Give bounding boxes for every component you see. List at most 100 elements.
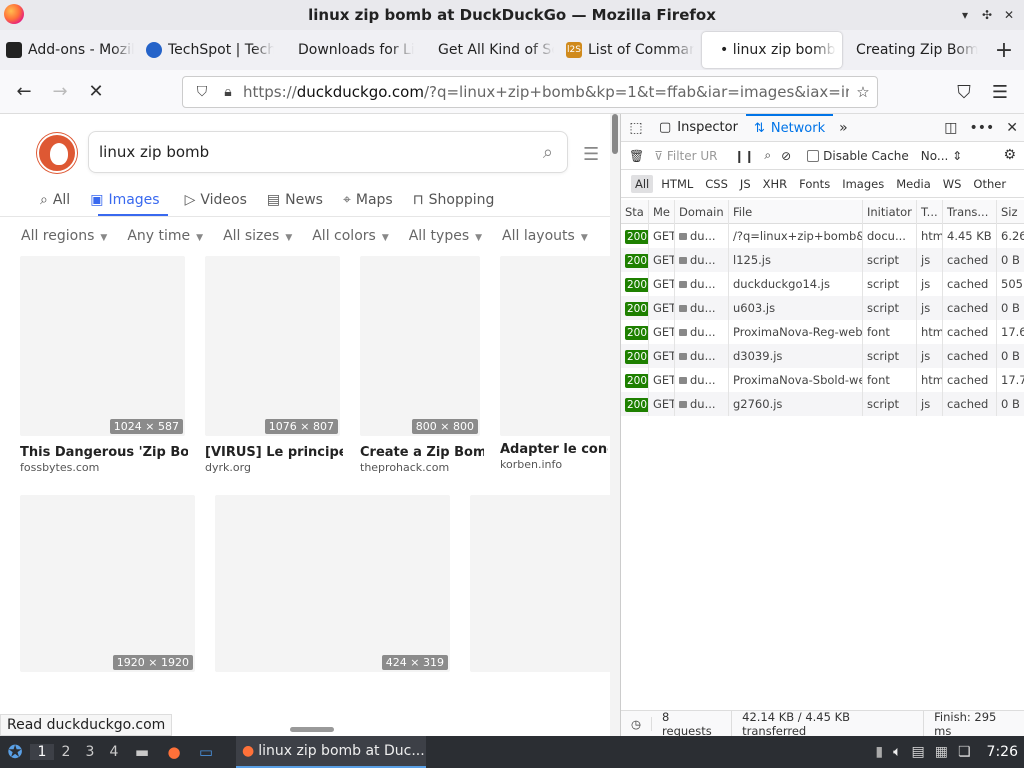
type-images[interactable]: Images: [838, 175, 888, 193]
image-title[interactable]: Create a Zip Bomb...: [360, 445, 484, 460]
image-source[interactable]: fossbytes.com: [20, 461, 99, 474]
tab-videos[interactable]: ▷ Videos: [185, 188, 247, 212]
image-result[interactable]: [500, 256, 612, 436]
type-media[interactable]: Media: [892, 175, 935, 193]
back-button[interactable]: ←: [6, 74, 42, 110]
image-result[interactable]: 800 × 800: [360, 256, 480, 436]
throttle-select[interactable]: No... ⇕: [921, 149, 962, 163]
page-menu-icon[interactable]: ☰: [583, 144, 599, 165]
battery-icon[interactable]: ▮: [875, 744, 883, 760]
element-picker-icon[interactable]: ⬚: [621, 120, 651, 136]
tab-commands[interactable]: l2S List of Commands: [560, 32, 700, 68]
workspace-1[interactable]: 1: [30, 744, 54, 760]
maximize-icon[interactable]: ✣: [980, 8, 994, 22]
image-result[interactable]: 1920 × 1920: [20, 495, 195, 672]
tab-linux-zip-bomb[interactable]: • linux zip bomb: [702, 32, 842, 68]
col-status[interactable]: Sta: [621, 199, 649, 224]
table-row[interactable]: 200 GET du... g2760.js script js cached 0 B: [621, 392, 1024, 416]
image-result[interactable]: 1024 × 587: [20, 256, 185, 436]
filter-color[interactable]: All colors ▼: [312, 228, 389, 244]
search-icon[interactable]: ⌕: [543, 142, 553, 163]
search-query[interactable]: linux zip bomb: [99, 143, 209, 161]
col-domain[interactable]: Domain: [675, 199, 729, 224]
tab-network[interactable]: ⇅ Network: [745, 113, 834, 142]
image-source[interactable]: korben.info: [500, 458, 562, 471]
image-result[interactable]: 1076 × 807: [205, 256, 340, 436]
trash-icon[interactable]: 🗑︎: [629, 149, 644, 163]
minimize-icon[interactable]: ▾: [958, 8, 972, 22]
type-fonts[interactable]: Fonts: [795, 175, 834, 193]
tab-all[interactable]: ⌕ All: [40, 188, 70, 212]
volume-icon[interactable]: 🔈︎: [893, 744, 901, 760]
overflow-menu-icon[interactable]: •••: [969, 120, 994, 136]
image-title[interactable]: Adapter le concept: [500, 442, 608, 457]
col-transferred[interactable]: Trans...: [943, 199, 997, 224]
image-title[interactable]: [VIRUS] Le principe d...: [205, 445, 343, 460]
filter-type[interactable]: All types ▼: [409, 228, 482, 244]
table-row[interactable]: 200 GET du... d3039.js script js cached 0 B: [621, 344, 1024, 368]
tab-maps[interactable]: ⌖ Maps: [343, 188, 393, 212]
bookmark-star-icon[interactable]: ☆: [849, 83, 877, 101]
file-manager-icon[interactable]: ▬: [127, 741, 157, 763]
table-row[interactable]: 200 GET du... /?q=linux+zip+bomb&l docu... ht…: [621, 224, 1024, 248]
type-html[interactable]: HTML: [657, 175, 697, 193]
tab-addons[interactable]: Add-ons - Mozilla: [0, 32, 140, 68]
menu-icon[interactable]: ☰: [982, 74, 1018, 110]
table-row[interactable]: 200 GET du... duckduckgo14.js script js cached…: [621, 272, 1024, 296]
forward-button[interactable]: →: [42, 74, 78, 110]
url-bar[interactable]: ⛉ 🔒︎ https://duckduckgo.com/?q=linux+zip…: [182, 76, 878, 108]
checkbox-box[interactable]: [807, 149, 820, 162]
tab-techspot[interactable]: TechSpot | Tech: [140, 32, 280, 68]
lock-icon[interactable]: 🔒︎: [217, 84, 239, 100]
start-menu-icon[interactable]: ✪: [0, 742, 30, 763]
col-initiator[interactable]: Initiator: [863, 199, 917, 224]
type-other[interactable]: Other: [969, 175, 1010, 193]
tab-software[interactable]: Get All Kind of Software: [420, 32, 560, 68]
tab-news[interactable]: ▤ News: [267, 188, 323, 212]
disable-cache-checkbox[interactable]: Disable Cache: [807, 149, 909, 163]
col-size[interactable]: Siz: [997, 200, 1024, 224]
horizontal-scrollbar-thumb[interactable]: [290, 727, 334, 732]
pocket-icon[interactable]: ⛉: [946, 74, 982, 110]
type-css[interactable]: CSS: [701, 175, 732, 193]
gear-icon[interactable]: ⚙: [1003, 147, 1016, 163]
url-text[interactable]: https://duckduckgo.com/?q=linux+zip+bomb…: [243, 83, 849, 101]
tab-inspector[interactable]: ▢ Inspector: [651, 114, 746, 142]
dock-icon[interactable]: ◫: [944, 120, 957, 136]
type-js[interactable]: JS: [736, 175, 755, 193]
workspace-2[interactable]: 2: [54, 744, 78, 760]
taskbar-window-firefox[interactable]: ● linux zip bomb at Duc...: [236, 736, 426, 768]
clipboard-icon[interactable]: ▤: [912, 744, 925, 760]
filter-size[interactable]: All sizes ▼: [223, 228, 292, 244]
workspace-4[interactable]: 4: [102, 744, 126, 760]
table-row[interactable]: 200 GET du... u603.js script js cached 0 B: [621, 296, 1024, 320]
image-title[interactable]: This Dangerous 'Zip Bomb...: [20, 445, 188, 460]
tab-shopping[interactable]: ⊓ Shopping: [413, 188, 495, 212]
type-all[interactable]: All: [631, 174, 654, 193]
new-tab-button[interactable]: +: [984, 38, 1024, 63]
filter-layout[interactable]: All layouts ▼: [502, 228, 588, 244]
image-result[interactable]: [470, 495, 612, 672]
type-ws[interactable]: WS: [939, 175, 966, 193]
table-row[interactable]: 200 GET du... ProximaNova-Reg-webf font htm ca…: [621, 320, 1024, 344]
image-result[interactable]: 424 × 319: [215, 495, 450, 672]
firefox-launcher-icon[interactable]: ●: [159, 741, 189, 763]
filter-region[interactable]: All regions ▼: [21, 228, 107, 244]
tab-images[interactable]: ▣ Images: [90, 188, 164, 212]
col-file[interactable]: File: [729, 199, 863, 224]
desktop-icon[interactable]: ▭: [191, 741, 221, 763]
network-icon[interactable]: ▦: [935, 744, 948, 760]
close-devtools-icon[interactable]: ✕: [1006, 120, 1018, 136]
tab-creating-zip-bomb[interactable]: Creating Zip Bomb: [844, 32, 984, 68]
image-source[interactable]: dyrk.org: [205, 461, 251, 474]
more-tabs-icon[interactable]: »: [833, 120, 854, 136]
filter-time[interactable]: Any time ▼: [127, 228, 203, 244]
image-source[interactable]: theprohack.com: [360, 461, 449, 474]
notification-icon[interactable]: ❏: [958, 744, 971, 760]
scrollbar-thumb[interactable]: [612, 114, 618, 154]
table-row[interactable]: 200 GET du... ProximaNova-Sbold-wel font htm c…: [621, 368, 1024, 392]
filter-urls-input[interactable]: ⊽ Filter UR: [654, 149, 724, 163]
workspace-3[interactable]: 3: [78, 744, 102, 760]
pause-icon[interactable]: ❙❙: [734, 149, 754, 163]
block-icon[interactable]: ⊘: [781, 149, 791, 163]
